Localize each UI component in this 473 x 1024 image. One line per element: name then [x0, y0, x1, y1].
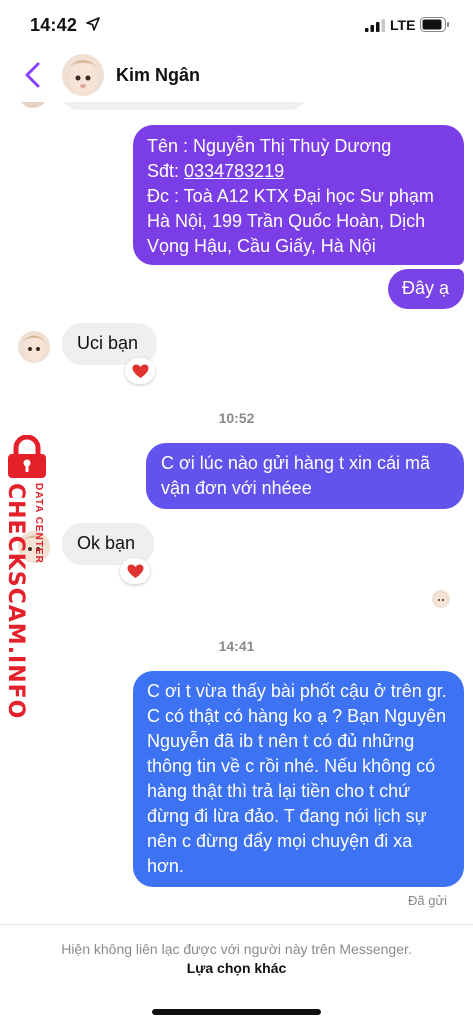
message-outgoing[interactable]: Đây ạ — [388, 269, 464, 309]
message-outgoing[interactable]: C ơi lúc nào gửi hàng t xin cái mã vận đ… — [146, 443, 464, 509]
conversation-header: Kim Ngân — [0, 50, 473, 102]
contact-avatar-small[interactable] — [18, 331, 50, 363]
heart-icon — [132, 364, 148, 378]
contact-avatar[interactable] — [62, 54, 104, 96]
message-line-prefix: Sđt: — [147, 161, 185, 181]
lock-icon — [8, 435, 46, 478]
unavailable-notice: Hiện không liên lạc được với người này t… — [61, 941, 412, 957]
heart-icon — [127, 564, 143, 578]
location-arrow-icon — [86, 17, 100, 31]
message-outgoing[interactable]: C ơi t vừa thấy bài phốt cậu ở trên gr. … — [133, 671, 464, 887]
message-line: Tên : Nguyễn Thị Thuỳ Dương — [147, 136, 392, 156]
network-type: LTE — [390, 17, 416, 33]
status-time: 14:42 — [30, 15, 78, 35]
message-line: Vọng Hậu, Cầu Giấy, Hà Nội — [147, 236, 376, 256]
footer-divider — [0, 924, 473, 925]
watermark-subtext: DATA CENTER — [33, 483, 44, 564]
battery-icon — [420, 17, 449, 32]
back-chevron-icon[interactable] — [22, 62, 44, 88]
contact-name[interactable]: Kim Ngân — [116, 65, 200, 86]
cellular-signal-icon — [365, 19, 385, 32]
heart-reaction[interactable] — [120, 558, 150, 584]
home-indicator[interactable] — [152, 1009, 321, 1015]
watermark: CHECKSCAM.INFO DATA CENTER — [0, 435, 58, 720]
delivery-status: Đã gửi — [408, 893, 448, 908]
message-line: Đc : Toà A12 KTX Đại học Sư phạm — [147, 186, 434, 206]
message-outgoing-contact-info[interactable]: Tên : Nguyễn Thị Thuỳ Dương Sđt: 0334783… — [133, 125, 464, 265]
heart-reaction[interactable] — [125, 358, 155, 384]
timestamp: 14:41 — [218, 638, 255, 654]
read-receipt-avatar — [432, 590, 450, 608]
timestamp: 10:52 — [218, 410, 255, 426]
message-line: Sđt: 0334783219 — [147, 159, 450, 184]
other-options-link[interactable]: Lựa chọn khác — [0, 960, 473, 976]
message-line: Hà Nội, 199 Trần Quốc Hoàn, Dịch — [147, 211, 426, 231]
phone-number-link[interactable]: 0334783219 — [184, 161, 284, 181]
watermark-text: CHECKSCAM.INFO — [3, 483, 28, 720]
status-bar: 14:42 LTE — [0, 0, 473, 50]
